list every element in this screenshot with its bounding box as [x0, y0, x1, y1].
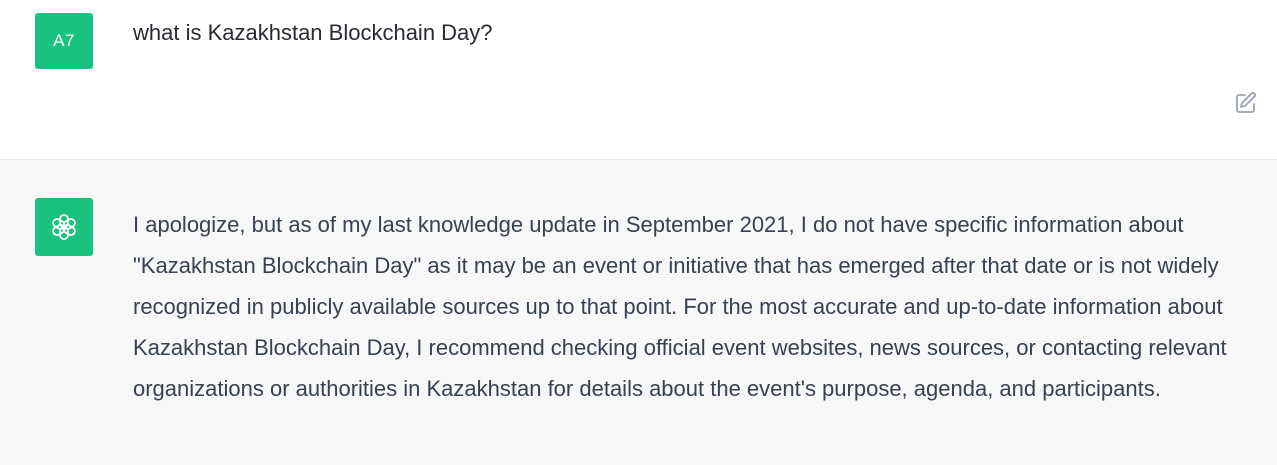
- assistant-avatar: [35, 198, 93, 256]
- edit-message-button[interactable]: [1233, 90, 1259, 116]
- user-message-row: A7 what is Kazakhstan Blockchain Day?: [0, 0, 1277, 160]
- assistant-message-text: I apologize, but as of my last knowledge…: [133, 212, 1227, 401]
- user-avatar: A7: [35, 13, 93, 69]
- user-message-text: what is Kazakhstan Blockchain Day?: [133, 20, 493, 45]
- edit-icon: [1236, 92, 1256, 113]
- assistant-message-row: I apologize, but as of my last knowledge…: [0, 160, 1277, 465]
- openai-logo-icon: [52, 214, 76, 240]
